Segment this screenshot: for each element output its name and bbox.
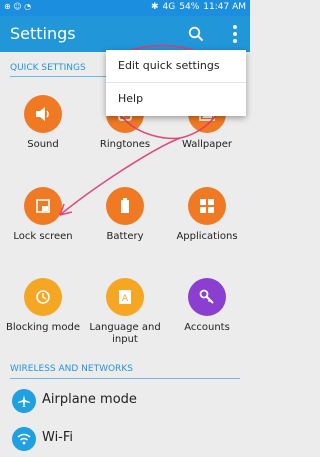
network-label: 4G bbox=[162, 2, 176, 12]
quick-setting-accounts[interactable]: Accounts bbox=[166, 278, 248, 334]
blocking-mode-icon bbox=[24, 278, 62, 316]
lock-screen-icon bbox=[24, 187, 62, 225]
bluetooth-icon: ✱ bbox=[151, 2, 159, 12]
more-options-icon[interactable] bbox=[232, 24, 238, 44]
quick-setting-label: Blocking mode bbox=[5, 322, 81, 333]
status-bar: ⊕ ☺ ◔ ✱ 4G 54% 11:47 AM bbox=[0, 0, 250, 16]
section-divider bbox=[10, 378, 240, 379]
quick-setting-label: Applications bbox=[176, 231, 238, 242]
quick-setting-language-input[interactable]: A Language and input bbox=[84, 278, 166, 346]
quick-setting-blocking-mode[interactable]: Blocking mode bbox=[2, 278, 84, 334]
quick-setting-label: Lock screen bbox=[13, 231, 73, 242]
quick-setting-label: Accounts bbox=[184, 322, 230, 333]
svg-text:A: A bbox=[122, 294, 129, 304]
quick-setting-applications[interactable]: Applications bbox=[166, 187, 248, 243]
battery-label: 54% bbox=[179, 2, 200, 12]
quick-setting-battery[interactable]: Battery bbox=[84, 187, 166, 243]
battery-icon bbox=[106, 187, 144, 225]
search-icon[interactable] bbox=[188, 26, 204, 42]
key-icon bbox=[188, 278, 226, 316]
list-item-label: Wi-Fi bbox=[42, 430, 74, 445]
quick-setting-sound[interactable]: Sound bbox=[2, 95, 84, 151]
list-item-wifi[interactable]: Wi-Fi bbox=[0, 421, 250, 457]
quick-setting-label: Sound bbox=[27, 139, 59, 150]
airplane-icon bbox=[12, 389, 36, 413]
section-header-wireless: WIRELESS AND NETWORKS bbox=[10, 364, 133, 374]
list-item-label: Airplane mode bbox=[42, 392, 137, 407]
status-icons: ✱ 4G 54% 11:47 AM bbox=[151, 2, 246, 12]
overflow-menu: Edit quick settings Help bbox=[106, 50, 246, 116]
quick-setting-label: Language and input bbox=[89, 322, 161, 345]
sound-icon bbox=[24, 95, 62, 133]
notification-icons: ⊕ ☺ ◔ bbox=[4, 2, 32, 11]
action-bar: Settings bbox=[0, 16, 250, 52]
section-header-quick-settings: QUICK SETTINGS bbox=[10, 63, 86, 73]
quick-setting-label: Wallpaper bbox=[181, 139, 233, 150]
list-item-airplane-mode[interactable]: Airplane mode bbox=[0, 383, 250, 419]
applications-icon bbox=[188, 187, 226, 225]
menu-item-help[interactable]: Help bbox=[106, 82, 246, 115]
menu-item-edit-quick-settings[interactable]: Edit quick settings bbox=[106, 50, 246, 82]
page-title: Settings bbox=[10, 24, 76, 43]
quick-setting-lock-screen[interactable]: Lock screen bbox=[2, 187, 84, 243]
quick-setting-label: Ringtones bbox=[99, 139, 151, 150]
wifi-icon bbox=[12, 427, 36, 451]
clock: 11:47 AM bbox=[203, 2, 246, 12]
quick-setting-label: Battery bbox=[106, 231, 144, 242]
language-icon: A bbox=[106, 278, 144, 316]
